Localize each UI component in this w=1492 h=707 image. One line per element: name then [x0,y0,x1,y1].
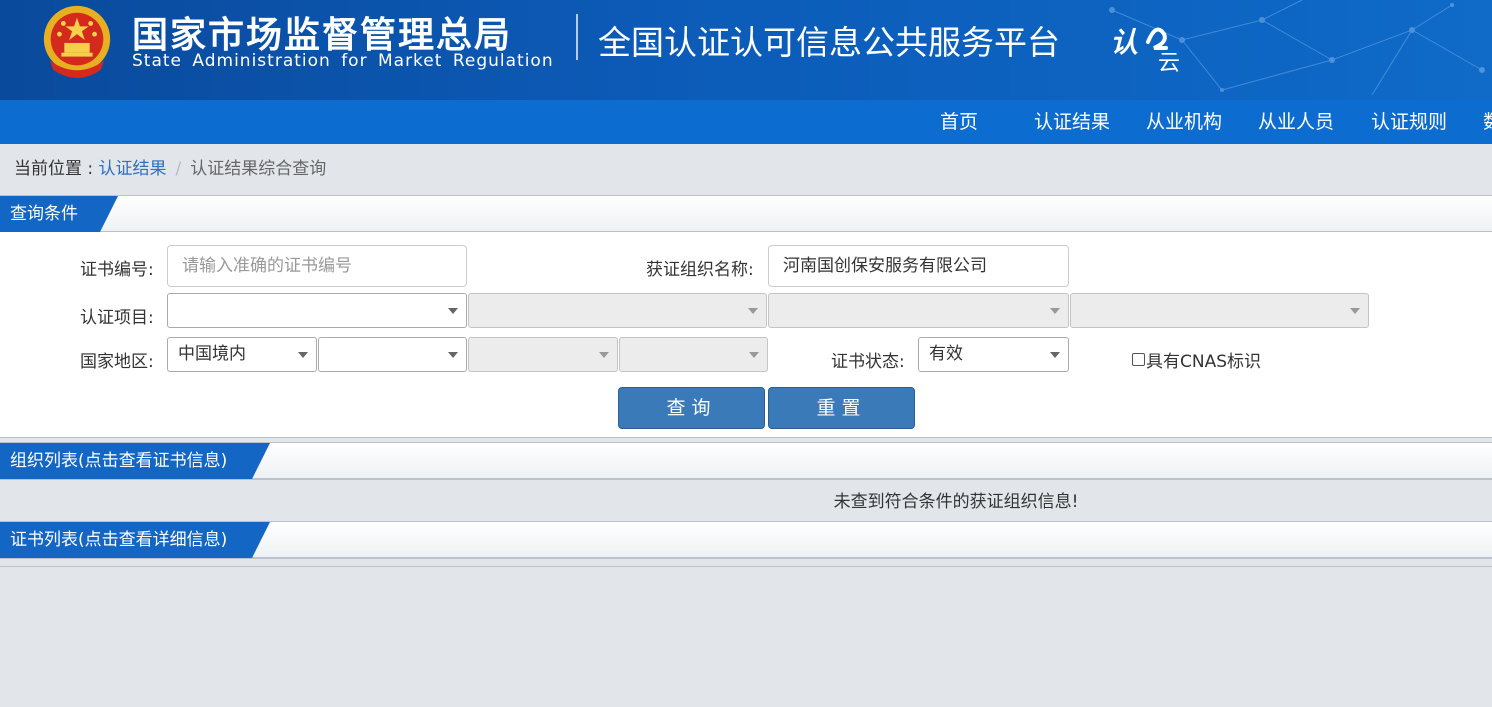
cert-no-label: 证书编号: [80,260,154,280]
project-select-1[interactable] [167,293,467,328]
region-select-1[interactable]: 中国境内 [167,337,317,372]
nav-institutions[interactable]: 从业机构 [1146,100,1222,144]
project-select-4[interactable] [1070,293,1369,328]
org-name-input[interactable]: 河南国创保安服务有限公司 [768,245,1069,287]
cnas-checkbox[interactable] [1132,353,1145,366]
query-panel-header [0,196,1492,232]
status-select-value: 有效 [929,344,963,364]
cnas-checkbox-label: 具有CNAS标识 [1146,352,1262,372]
main-nav: 首页 认证结果 从业机构 从业人员 认证规则 数 [0,100,1492,144]
nav-cert-results[interactable]: 认证结果 [1034,100,1110,144]
nav-practitioners[interactable]: 从业人员 [1258,100,1334,144]
org-name-en: State Administration for Market Regulati… [132,51,554,71]
platform-title: 全国认证认可信息公共服务平台 [598,23,1060,62]
chevron-down-icon [599,352,609,358]
project-select-3[interactable] [768,293,1069,328]
breadcrumb-prefix: 当前位置 : [14,159,99,179]
chevron-down-icon [1350,308,1360,314]
org-list-empty-message: 未查到符合条件的获证组织信息! [833,492,1079,512]
cert-list-title: 证书列表(点击查看详细信息) [0,522,270,558]
svg-text:认: 认 [1110,26,1138,59]
banner-divider [576,14,578,60]
cert-cloud-logo: 认 云 [1110,26,1180,72]
site-banner: 国家市场监督管理总局 State Administration for Mark… [0,0,1492,100]
status-label: 证书状态: [831,352,905,372]
region-label: 国家地区: [80,352,154,372]
breadcrumb-current: 认证结果综合查询 [190,159,327,179]
chevron-down-icon [748,308,758,314]
cert-list-panel: 证书列表(点击查看详细信息) [0,521,1492,559]
nav-cert-rules[interactable]: 认证规则 [1371,100,1447,144]
region-select-2[interactable] [318,337,467,372]
search-button[interactable]: 查询 [618,387,765,429]
chevron-down-icon [1050,352,1060,358]
chevron-down-icon [298,352,308,358]
chevron-down-icon [448,308,458,314]
reset-button[interactable]: 重置 [768,387,915,429]
org-list-title: 组织列表(点击查看证书信息) [0,443,270,479]
svg-text:云: 云 [1158,51,1180,72]
chevron-down-icon [1050,308,1060,314]
national-emblem-logo [43,5,111,79]
status-select[interactable]: 有效 [918,337,1069,372]
chevron-down-icon [749,352,759,358]
breadcrumb-separator: / [175,159,182,179]
nav-data[interactable]: 数 [1483,100,1492,144]
project-select-2[interactable] [468,293,767,328]
region-select-value: 中国境内 [178,344,246,364]
query-panel-title: 查询条件 [0,196,118,232]
org-name-label: 获证组织名称: [646,260,754,280]
breadcrumb-link-cert-results[interactable]: 认证结果 [99,159,167,179]
project-label: 认证项目: [80,308,154,328]
region-select-3[interactable] [468,337,618,372]
cnas-checkbox-row[interactable]: 具有CNAS标识 [1132,347,1261,372]
region-select-4[interactable] [619,337,768,372]
divider [0,566,1492,567]
breadcrumb: 当前位置 : 认证结果 / 认证结果综合查询 [14,154,326,179]
chevron-down-icon [448,352,458,358]
nav-home[interactable]: 首页 [940,100,978,144]
cert-no-input[interactable]: 请输入准确的证书编号 [167,245,467,287]
org-list-panel: 组织列表(点击查看证书信息) [0,442,1492,480]
